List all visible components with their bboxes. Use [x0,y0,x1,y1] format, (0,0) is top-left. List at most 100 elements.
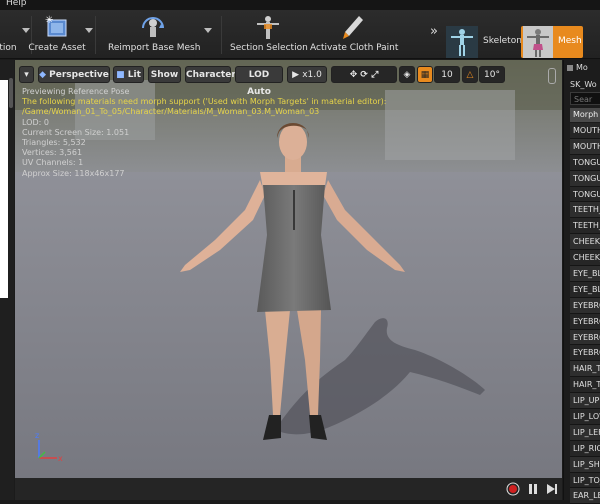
character-label: Character [186,70,236,80]
morph-column-header[interactable]: Morph [570,108,600,122]
mode-tab-skeleton[interactable]: Skeleton [444,26,522,58]
perspective-label: Perspective [49,70,109,80]
list-item[interactable]: EYEBRO [570,345,600,362]
grid-snap-toggle[interactable]: ▦ [417,66,433,83]
chevron-double-right-icon[interactable]: » [430,24,438,39]
grid-snap-icon: ▦ [420,70,430,80]
rotation-snap-toggle[interactable]: △ [462,66,478,83]
morph-target-panel: Mo SK_Wo Sear Morph MOUTH_ MOUTH_ TONGUE… [563,60,600,504]
angle-value-label: 10° [484,70,500,80]
reimport-base-mesh-button[interactable]: Reimport Base Mesh [108,10,201,58]
mode-tab-mesh[interactable]: Mesh [521,26,583,58]
list-item[interactable]: EYE_BL [570,266,600,282]
lit-button[interactable]: ■ Lit [113,66,144,83]
list-item[interactable]: LIP_LEF [570,424,600,441]
list-item[interactable]: HAIR_TO [570,361,600,378]
list-item[interactable]: EYEBRO [570,313,600,330]
show-label: Show [150,70,179,80]
left-panel-content [0,80,8,298]
list-item[interactable]: MOUTH_ [570,138,600,155]
lod-auto-button[interactable]: LOD Auto [235,66,283,97]
viewport-info-overlay: Previewing Reference Pose The following … [22,87,386,179]
cloth-paint-label: Activate Cloth Paint [310,43,399,53]
coordinate-space-button[interactable]: ◈ [399,66,415,83]
rotation-snap-value[interactable]: 10° [479,66,505,83]
morph-panel-tab[interactable]: Mo [564,62,600,76]
rotate-icon[interactable]: ⟳ [360,70,368,80]
info-uv-channels: UV Channels: 1 [22,158,84,168]
speed-label: x1.0 [302,70,322,80]
chevron-down-icon: ▾ [24,70,29,80]
axis-z-label: z [35,431,39,440]
list-item[interactable]: LIP_UPP [570,393,600,410]
info-approx-size: Approx Size: 118x46x177 [22,168,125,178]
transform-tools-group: ✥ ⟳ ⤢ [331,66,397,83]
info-lod: LOD: 0 [22,117,49,127]
skeleton-mode-label: Skeleton [483,36,522,46]
section-selection-icon [257,16,279,39]
list-item[interactable]: LIP_LOW [570,409,600,425]
record-icon[interactable] [505,481,521,497]
info-morph-warning: The following materials need morph suppo… [22,97,387,107]
translate-icon[interactable]: ✥ [350,70,358,80]
viewport-options-button[interactable]: ▾ [19,66,34,83]
list-item[interactable]: LIP_SHI [570,456,600,473]
mesh-mode-icon [523,26,553,58]
list-item[interactable]: LIP_RIG [570,440,600,457]
morph-panel-title: Mo [576,63,588,72]
perspective-icon: ◆ [39,70,50,80]
left-panel-scrollbar[interactable] [9,78,13,108]
list-item[interactable]: TEETH_ [570,218,600,235]
main-toolbar: tion ✳ Create Asset Reimport Base Mesh S… [0,10,600,59]
info-pose: Previewing Reference Pose [22,87,130,96]
show-button[interactable]: Show [148,66,181,83]
create-asset-label: Create Asset [28,43,86,53]
activate-cloth-paint-button[interactable]: Activate Cloth Paint [310,10,399,58]
grid-snap-value[interactable]: 10 [434,66,460,83]
reimport-label: Reimport Base Mesh [108,43,201,53]
list-item[interactable]: EYEBRO [570,329,600,346]
list-item[interactable]: TONGUE [570,154,600,171]
pause-icon[interactable] [525,481,541,497]
angle-icon: △ [466,70,474,80]
scale-icon[interactable]: ⤢ [371,70,378,80]
info-vertices: Vertices: 3,561 [22,148,83,158]
create-asset-button[interactable]: ✳ Create Asset [28,10,86,58]
menu-help[interactable]: Help [6,0,27,8]
mesh-name: SK_Wo [570,80,597,89]
cloth-paint-icon [343,16,363,39]
character-button[interactable]: Character [185,66,236,83]
morph-target-list: MOUTH_ MOUTH_ TONGUE TONGUE TONGUE TEETH… [570,123,600,504]
info-material-path: /Game/Woman_01_To_05/Character/Materials… [22,107,320,117]
list-item[interactable]: CHEEK_ [570,234,600,251]
step-forward-icon[interactable] [544,481,560,497]
list-item[interactable]: CHEEK_ [570,250,600,267]
left-panel [0,60,14,500]
create-asset-dropdown[interactable] [85,28,93,33]
list-item[interactable]: EAR_LE [570,488,600,504]
list-item[interactable]: LIP_TO_ [570,472,600,489]
reimport-icon [142,17,164,37]
list-item[interactable]: TEETH_ [570,202,600,219]
truncated-toolbar-button[interactable]: tion [0,10,20,58]
list-item[interactable]: TONGUE [570,170,600,187]
list-item[interactable]: TONGUE [570,186,600,203]
world-icon: ◈ [403,70,411,80]
preview-viewport[interactable]: ▾ ◆ Perspective ■ Lit Show Character LOD… [15,60,562,500]
viewport-options-toggle[interactable] [548,68,556,84]
playback-speed-button[interactable]: ▶ x1.0 [287,66,327,83]
list-item[interactable]: MOUTH_ [570,123,600,139]
create-asset-icon: ✳ [45,15,67,37]
truncated-toolbar-label: tion [0,43,17,53]
list-item[interactable]: HAIR_TO [570,377,600,394]
list-item[interactable]: EYEBRO [570,297,600,314]
skeleton-mode-icon [446,26,478,58]
toolbar-divider [221,16,222,54]
list-item[interactable]: EYE_BL [570,281,600,298]
reimport-dropdown[interactable] [204,28,212,33]
morph-search-input[interactable]: Sear [570,92,600,105]
grid-value-label: 10 [441,70,453,80]
section-selection-button[interactable]: Section Selection [230,10,308,58]
menu-bar: Help [0,0,600,10]
perspective-button[interactable]: ◆ Perspective [38,66,110,83]
